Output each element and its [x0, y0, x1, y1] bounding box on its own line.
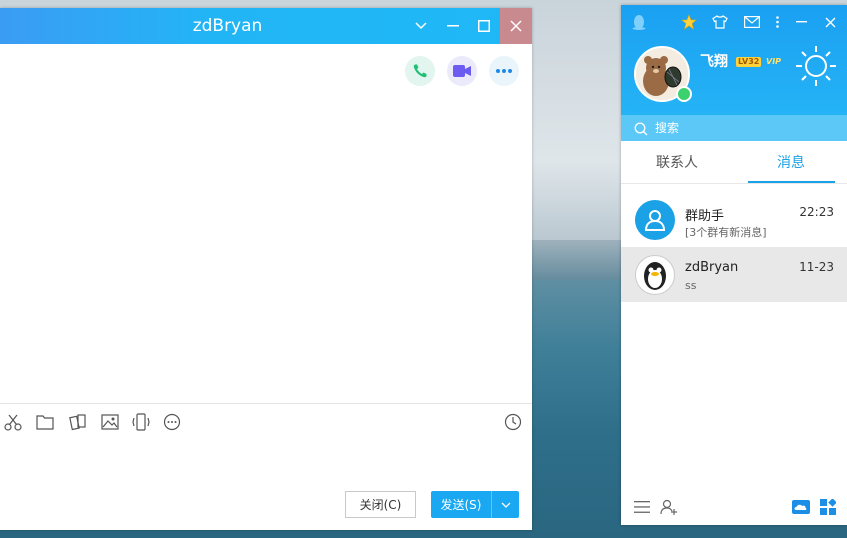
chevron-down-icon[interactable]	[405, 8, 437, 44]
apps-icon[interactable]	[818, 497, 838, 517]
minimize-icon[interactable]	[794, 13, 808, 31]
shirt-icon[interactable]	[711, 13, 729, 31]
folder-icon[interactable]	[35, 412, 55, 432]
scissors-icon[interactable]	[3, 412, 23, 432]
nickname: 飞翔	[700, 54, 728, 70]
tab-messages[interactable]: 消息	[741, 141, 841, 183]
close-icon[interactable]	[500, 8, 532, 44]
star-icon[interactable]	[680, 13, 698, 31]
close-button[interactable]: 关闭(C)	[345, 491, 416, 518]
more-icon[interactable]	[489, 56, 519, 86]
add-friend-icon[interactable]	[659, 497, 679, 517]
search-icon	[634, 121, 648, 140]
menu-icon[interactable]	[632, 497, 652, 517]
cloud-icon[interactable]	[791, 497, 811, 517]
online-status-indicator[interactable]	[676, 86, 692, 102]
conversation-preview: ss	[685, 279, 697, 292]
chevron-down-icon[interactable]	[492, 491, 519, 518]
chat-window: zdBryan 关闭(C) 发送(S)	[0, 8, 532, 530]
search-input[interactable]: 搜索	[621, 115, 847, 141]
conversation-preview: [3个群有新消息]	[685, 226, 767, 239]
profile-header: 飞翔 LV32 VIP	[621, 5, 847, 115]
conversation-title: 群助手	[685, 209, 725, 224]
sun-icon[interactable]	[793, 43, 839, 93]
video-icon[interactable]	[447, 56, 477, 86]
minimize-icon[interactable]	[437, 8, 469, 44]
chat-contact-name: zdBryan	[192, 16, 263, 36]
active-tab-indicator	[748, 181, 835, 183]
conversation-time: 11-23	[799, 260, 834, 274]
toolbar-divider	[0, 403, 532, 404]
list-item[interactable]: zdBryan 11-23 ss	[621, 247, 847, 302]
vip-badge[interactable]: VIP	[764, 57, 783, 67]
group-icon	[635, 200, 675, 240]
call-actions	[405, 56, 519, 86]
magic-icon[interactable]	[68, 412, 88, 432]
image-icon[interactable]	[100, 412, 120, 432]
qq-main-panel: 飞翔 LV32 VIP 搜索 联系人 消息 群助手 22:23 [3个群有新消息…	[621, 5, 847, 525]
tab-bar: 联系人 消息	[621, 141, 847, 184]
search-placeholder: 搜索	[655, 121, 680, 135]
history-icon[interactable]	[503, 412, 523, 432]
mail-icon[interactable]	[743, 13, 761, 31]
level-badge[interactable]: LV32	[736, 57, 762, 67]
penguin-icon[interactable]	[630, 13, 648, 31]
send-button[interactable]: 发送(S)	[431, 491, 519, 518]
shake-icon[interactable]	[131, 412, 151, 432]
close-icon[interactable]	[823, 13, 837, 31]
conversation-time: 22:23	[799, 205, 834, 219]
send-button-label[interactable]: 发送(S)	[431, 491, 492, 518]
tab-contacts[interactable]: 联系人	[627, 141, 727, 183]
more-vert-icon[interactable]	[772, 13, 782, 31]
background-scenery	[532, 240, 627, 280]
conversation-title: zdBryan	[685, 260, 739, 275]
maximize-icon[interactable]	[468, 8, 500, 44]
chat-title-bar[interactable]: zdBryan	[0, 8, 532, 44]
emoji-icon[interactable]	[162, 412, 182, 432]
phone-icon[interactable]	[405, 56, 435, 86]
list-item[interactable]: 群助手 22:23 [3个群有新消息]	[621, 192, 847, 247]
avatar	[635, 255, 675, 295]
